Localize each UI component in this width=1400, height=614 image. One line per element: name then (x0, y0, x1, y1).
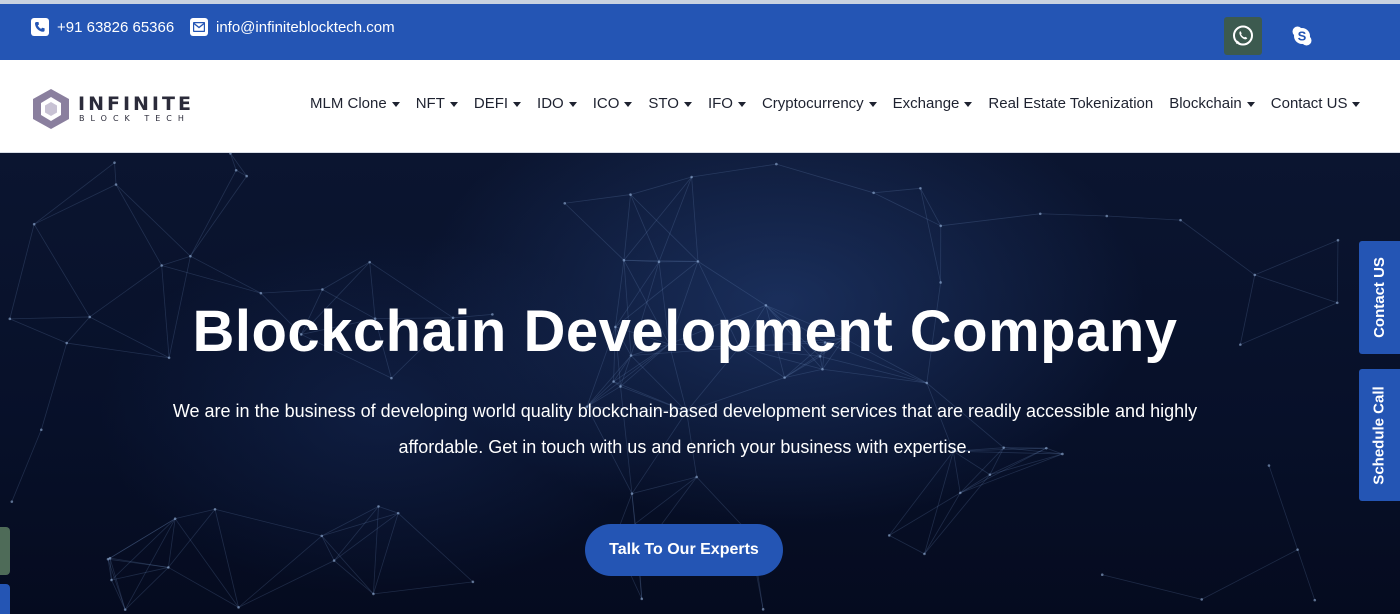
caret-down-icon (1352, 102, 1361, 107)
caret-down-icon (391, 102, 400, 107)
svg-text:S: S (1298, 29, 1307, 44)
envelope-icon (190, 18, 208, 36)
nav-item-nft[interactable]: NFT (416, 95, 458, 112)
phone-icon (31, 18, 49, 36)
nav-item-ico[interactable]: ICO (593, 95, 633, 112)
whatsapp-button[interactable] (1224, 17, 1262, 55)
nav-item-label: Cryptocurrency (761, 95, 864, 112)
nav-item-label: Real Estate Tokenization (988, 95, 1154, 112)
email-contact[interactable]: info@infiniteblocktech.com (190, 18, 395, 36)
nav-item-ido[interactable]: IDO (537, 95, 577, 112)
nav-item-label: Contact US (1270, 95, 1348, 112)
nav-item-label: Blockchain (1169, 95, 1242, 112)
caret-down-icon (868, 102, 877, 107)
phone-number[interactable]: +91 63826 65366 (57, 19, 174, 36)
nav-item-defi[interactable]: DEFI (473, 95, 522, 112)
contact-us-side-label: Contact US (1371, 257, 1388, 338)
whatsapp-icon (1233, 25, 1253, 46)
hexagon-logo-icon (33, 89, 69, 129)
nav-item-exchange[interactable]: Exchange (893, 95, 973, 112)
nav-item-label: Exchange (892, 95, 960, 112)
nav-item-ifo[interactable]: IFO (708, 95, 746, 112)
contact-us-side-tab[interactable]: Contact US (1359, 241, 1400, 354)
nav-item-real-estate-tokenization[interactable]: Real Estate Tokenization (988, 95, 1153, 112)
schedule-call-side-label: Schedule Call (1371, 385, 1388, 485)
nav-item-label: DEFI (473, 95, 509, 112)
left-floating-whatsapp-widget[interactable] (0, 527, 10, 575)
logo-wordmark: INFINITE (78, 93, 194, 115)
main-navbar: INFINITE BLOCK TECH MLM Clone NFT DEFI IDO I… (0, 60, 1400, 153)
nav-item-label: STO (648, 95, 679, 112)
caret-down-icon (1246, 102, 1255, 107)
nav-item-label: IFO (707, 95, 733, 112)
nav-menu: MLM Clone NFT DEFI IDO ICO STO IFO Cryptocurren… (310, 95, 1376, 112)
nav-item-mlm-clone[interactable]: MLM Clone (310, 95, 400, 112)
email-address[interactable]: info@infiniteblocktech.com (216, 19, 395, 36)
nav-item-label: MLM Clone (310, 95, 387, 112)
skype-icon: S (1292, 26, 1312, 46)
logo-tagline: BLOCK TECH (79, 114, 190, 123)
caret-down-icon (449, 102, 458, 107)
nav-item-label: IDO (537, 95, 564, 112)
skype-button[interactable]: S (1283, 17, 1321, 55)
hero-description: We are in the business of developing wor… (172, 401, 1198, 457)
caret-down-icon (513, 102, 522, 107)
site-logo[interactable]: INFINITE BLOCK TECH (30, 87, 194, 131)
hero-section: Blockchain Development Company We are in… (0, 153, 1400, 614)
nav-item-label: NFT (415, 95, 445, 112)
nav-item-cryptocurrency[interactable]: Cryptocurrency (762, 95, 877, 112)
caret-down-icon (624, 102, 633, 107)
nav-item-contact-us[interactable]: Contact US (1271, 95, 1361, 112)
nav-item-label: ICO (592, 95, 620, 112)
caret-down-icon (737, 102, 746, 107)
talk-to-experts-button[interactable]: Talk To Our Experts (585, 524, 783, 576)
phone-contact[interactable]: +91 63826 65366 (31, 18, 174, 36)
top-contact-bar: +91 63826 65366 info@infiniteblocktech.c… (0, 0, 1400, 60)
schedule-call-side-tab[interactable]: Schedule Call (1359, 369, 1400, 501)
nav-item-sto[interactable]: STO (648, 95, 692, 112)
left-floating-chat-widget[interactable] (0, 584, 10, 614)
caret-down-icon (568, 102, 577, 107)
caret-down-icon (683, 102, 692, 107)
nav-item-blockchain[interactable]: Blockchain (1169, 95, 1255, 112)
hero-title: Blockchain Development Company (192, 299, 1178, 364)
caret-down-icon (964, 102, 973, 107)
